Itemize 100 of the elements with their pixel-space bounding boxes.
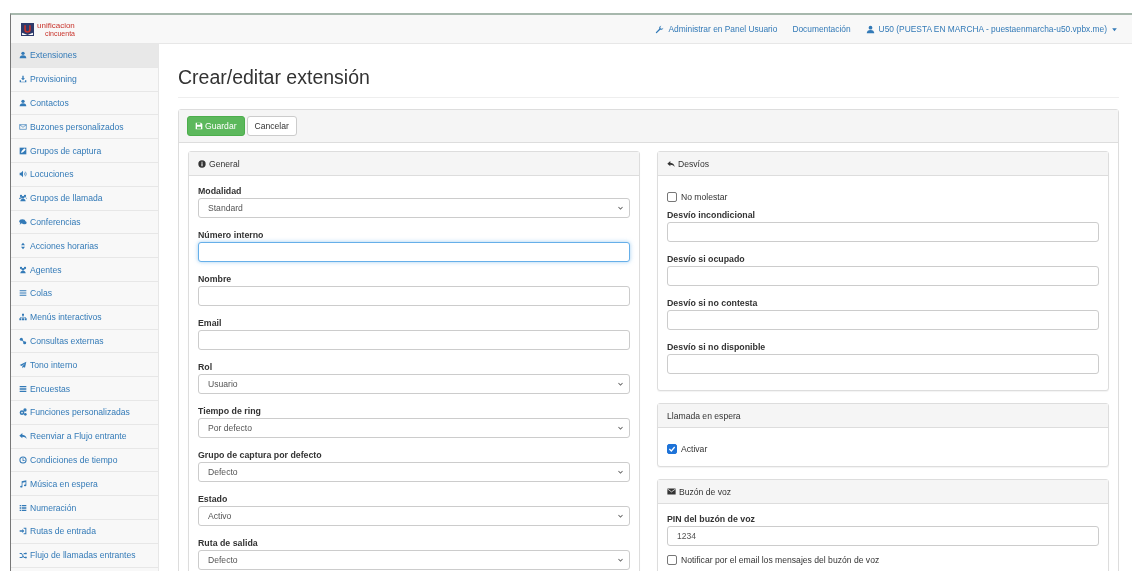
field-label: Nombre — [198, 274, 233, 285]
chevron-icon — [617, 468, 624, 476]
select-field[interactable]: Defecto — [198, 462, 630, 482]
wrench-icon — [655, 24, 665, 34]
input-field[interactable] — [667, 310, 1099, 330]
shuffle-icon — [19, 551, 27, 560]
list-icon — [19, 503, 27, 512]
select-field[interactable]: Usuario — [198, 374, 630, 394]
field-label: Ruta de salida — [198, 538, 259, 549]
sidebar-item[interactable]: Reenviar a Flujo entrante — [11, 424, 158, 449]
chevron-icon — [617, 380, 624, 388]
field-label: Email — [198, 318, 223, 329]
person-icon — [19, 51, 27, 60]
gears-icon — [19, 408, 27, 417]
select-field[interactable]: Por defecto — [198, 418, 630, 438]
navbar-link[interactable]: Documentación — [792, 24, 851, 34]
edit-icon — [19, 146, 27, 155]
page-title: Crear/editar extensión — [178, 66, 1119, 98]
info-icon — [198, 159, 206, 168]
panel-title: Desvíos — [678, 158, 710, 169]
sidebar-item[interactable]: Grupos de llamada — [11, 186, 158, 211]
speaker-icon — [19, 170, 27, 179]
input-field[interactable] — [667, 266, 1099, 286]
caret-icon — [1111, 25, 1118, 33]
sort-icon — [19, 241, 27, 250]
checkbox-label: No molestar — [681, 192, 728, 202]
input-field[interactable] — [198, 286, 630, 306]
download-icon — [19, 75, 27, 84]
sidebar-item[interactable]: Música en espera — [11, 472, 158, 497]
select-field[interactable]: Activo — [198, 506, 630, 526]
paper-plane-icon — [19, 360, 27, 369]
navbar-link[interactable]: U50 (PUESTA EN MARCHA - puestaenmarcha-u50.vpbx.me) — [865, 24, 1118, 34]
select-field[interactable]: Defecto — [198, 550, 630, 570]
field-label: Modalidad — [198, 186, 243, 197]
input-field[interactable] — [198, 242, 630, 262]
checkbox-label: Activar — [681, 444, 708, 454]
checkbox-label: Notificar por el email los mensajes del buzón de voz — [681, 555, 880, 565]
logo-icon — [21, 22, 34, 36]
navbar-link[interactable]: Administrar en Panel Usuario — [655, 24, 778, 34]
input-field[interactable] — [667, 222, 1099, 242]
user-icon — [865, 24, 875, 34]
sign-in-icon — [19, 527, 27, 536]
sidebar-item[interactable]: Locuciones — [11, 163, 158, 187]
panel-title: General — [209, 158, 240, 169]
field-label: Tiempo de ring — [198, 406, 262, 417]
sidebar-item[interactable]: Condiciones de tiempo — [11, 448, 158, 473]
select-field[interactable]: Standard — [198, 198, 630, 218]
sidebar-item[interactable]: Agentes — [11, 258, 158, 282]
sidebar-item[interactable]: Rutas de entrada — [11, 519, 158, 544]
input-field[interactable]: 1234 — [667, 526, 1099, 546]
sitemap-icon — [19, 313, 27, 322]
sidebar-item[interactable]: Numeración — [11, 496, 158, 520]
floppy-disk-icon — [195, 122, 203, 130]
sidebar-item[interactable]: Consultas externas — [11, 329, 158, 354]
sidebar-item[interactable]: Grupos de captura — [11, 139, 158, 163]
reply-icon — [19, 432, 27, 441]
checkbox[interactable] — [667, 192, 677, 202]
person-icon — [19, 99, 27, 107]
sidebar-item[interactable]: Conferencias — [11, 210, 158, 235]
sidebar-item[interactable]: Extensiones — [11, 44, 158, 68]
chevron-icon — [617, 512, 624, 520]
logo-name: unificacion — [37, 21, 75, 30]
envelope-icon — [667, 487, 676, 496]
field-label: Desvío si no contesta — [667, 298, 759, 309]
save-button[interactable]: Guardar — [187, 116, 245, 136]
list-icon — [19, 384, 27, 393]
cancel-button[interactable]: Cancelar — [246, 116, 297, 136]
field-label: Grupo de captura por defecto — [198, 450, 323, 461]
people-icon — [19, 194, 27, 203]
sidebar-item[interactable]: Tono interno — [11, 353, 158, 378]
checkbox[interactable] — [667, 555, 677, 565]
clock-icon — [19, 455, 27, 464]
chat-icon — [19, 217, 27, 226]
envelope-icon — [19, 122, 27, 131]
sidebar-item[interactable]: Contactos — [11, 91, 158, 116]
check-icon — [668, 445, 676, 453]
chevron-icon — [617, 556, 624, 564]
list-icon — [19, 289, 27, 298]
field-label: PIN del buzón de voz — [667, 514, 756, 525]
sidebar-item[interactable]: Colas — [11, 281, 158, 306]
field-label: Número interno — [198, 230, 265, 241]
field-label: Desvío si no disponible — [667, 342, 767, 353]
sidebar-item[interactable]: Funciones personalizadas — [11, 400, 158, 425]
field-label: Desvío incondicional — [667, 210, 756, 221]
chevron-icon — [617, 204, 624, 212]
field-label: Rol — [198, 362, 214, 373]
sidebar-item[interactable]: Buzones personalizados — [11, 115, 158, 140]
checkbox[interactable] — [667, 444, 677, 454]
sidebar-item[interactable]: Menús interactivos — [11, 305, 158, 330]
field-label: Estado — [198, 494, 229, 505]
field-label: Desvío si ocupado — [667, 254, 746, 265]
sidebar-item[interactable]: Flujo de llamadas entrantes — [11, 543, 158, 568]
sidebar-item[interactable]: Encuestas — [11, 377, 158, 401]
input-field[interactable] — [198, 330, 630, 350]
panel-title: Buzón de voz — [679, 486, 732, 497]
sidebar-item[interactable]: Acciones horarias — [11, 234, 158, 259]
music-icon — [19, 479, 27, 488]
chevron-icon — [617, 424, 624, 432]
input-field[interactable] — [667, 354, 1099, 374]
sidebar-item[interactable]: Provisioning — [11, 67, 158, 92]
